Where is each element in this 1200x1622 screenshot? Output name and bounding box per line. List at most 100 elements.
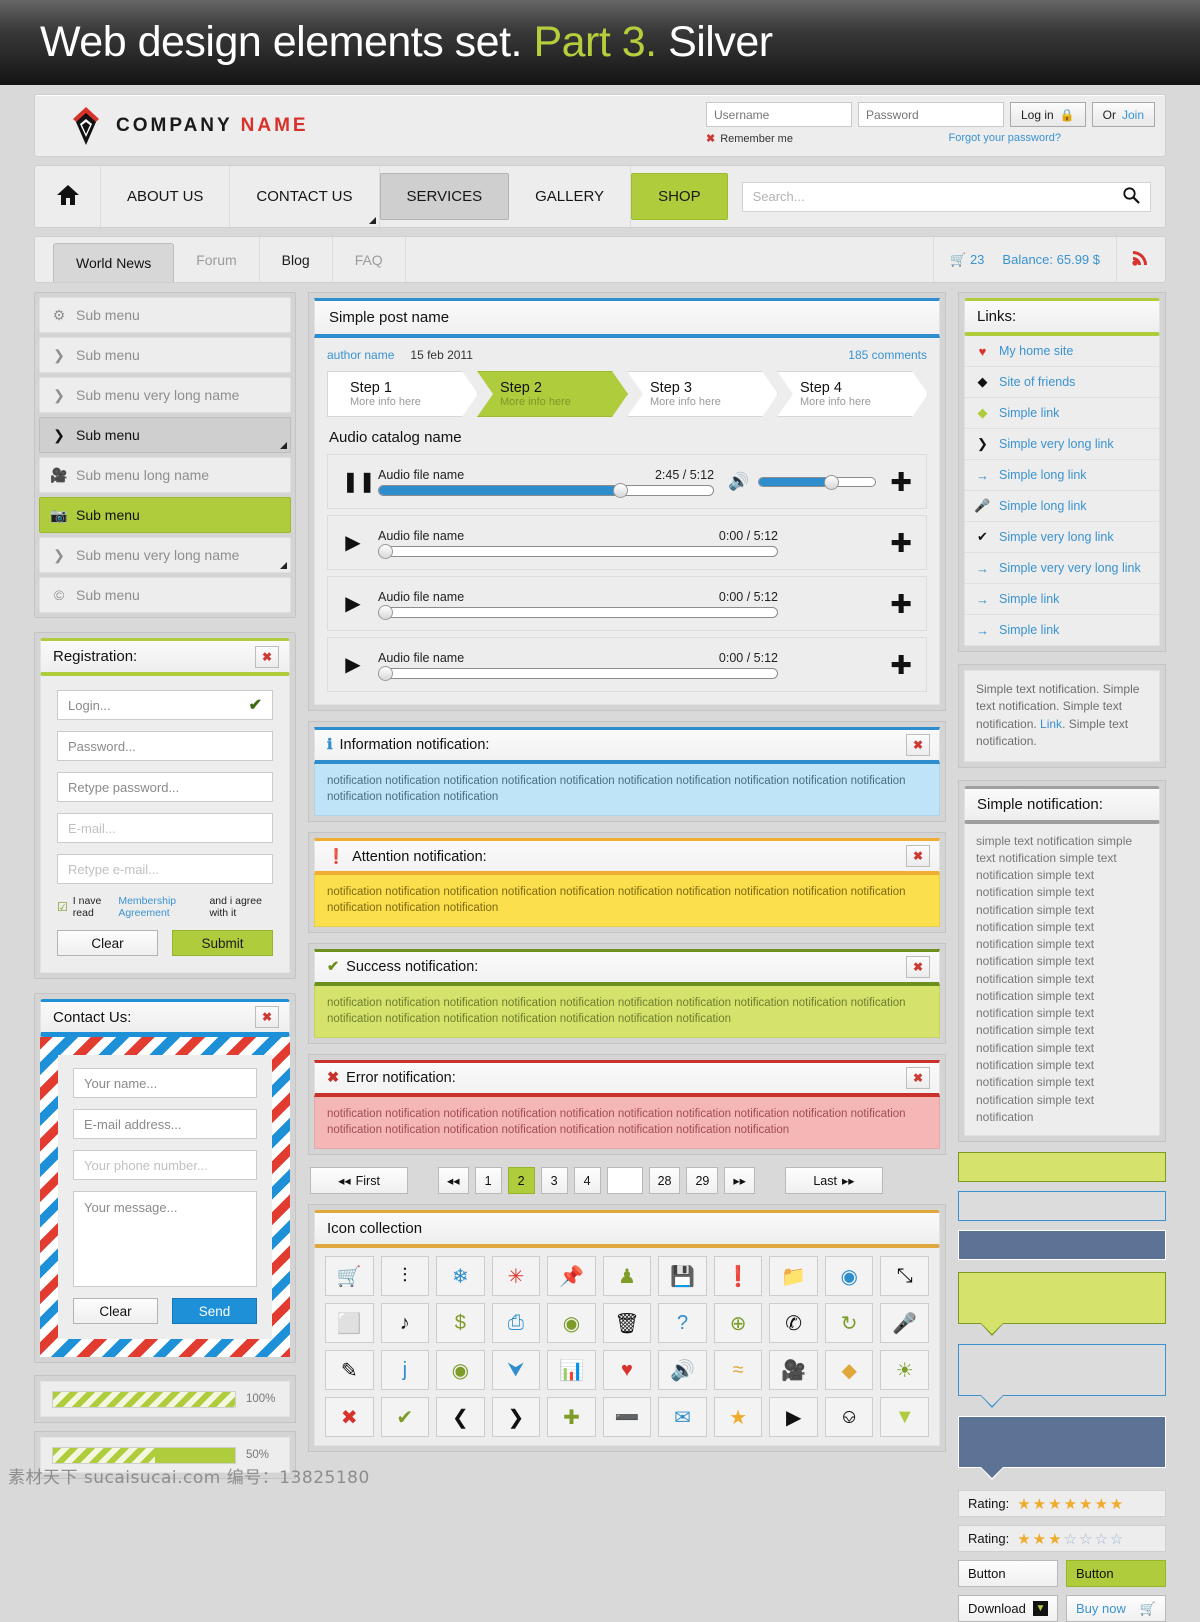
link-row-10[interactable]: → Simple link [964,615,1160,646]
play-icon[interactable]: ▶ [342,652,364,677]
play-icon[interactable]: ▶ [342,530,364,555]
seek-knob[interactable] [378,665,393,681]
password-input[interactable] [857,102,1004,127]
remember-me-checkbox[interactable]: ✖ Remember me [706,132,793,146]
nav-item-home[interactable] [35,166,101,227]
cross-icon[interactable]: ✖ [325,1397,374,1438]
pagination-first[interactable]: ◂◂ First [310,1167,408,1195]
rating-stars[interactable]: ★ ★ ★ ★ ★ ★ ★ [1017,1495,1124,1513]
eye-icon[interactable]: ◉ [547,1303,596,1344]
rss-button[interactable] [1116,237,1165,282]
sidebar-item-7[interactable]: ❯ Sub menu very long name [39,537,291,573]
star-filled-icon[interactable]: ★ [1017,1495,1031,1513]
tab-blog[interactable]: Blog [260,237,333,282]
heart-icon[interactable]: ♥ [602,1350,652,1391]
camera-icon[interactable]: ◉ [436,1350,485,1391]
sidebar-item-3[interactable]: ❯ Sub menu very long name [39,377,291,413]
pagination-page-28[interactable]: 28 [648,1167,681,1195]
retype-email-field[interactable]: Retype e-mail... [57,854,273,884]
nav-item-shop[interactable]: SHOP [631,173,728,220]
volume-slider[interactable] [758,474,877,490]
nav-item-contact-us[interactable]: CONTACT US [230,166,380,227]
refresh-icon[interactable]: ↻ [824,1303,874,1344]
seek-knob[interactable] [612,482,628,498]
contact-clear-button[interactable]: Clear [73,1298,158,1324]
side-text-link[interactable]: Link [1040,717,1062,731]
close-icon[interactable]: ✖ [906,845,930,868]
step-1[interactable]: Step 1 More info here [327,371,478,417]
mail-icon[interactable]: ✉ [658,1397,707,1438]
sidebar-item-6[interactable]: 📷 Sub menu [39,497,291,533]
tab-forum[interactable]: Forum [174,237,260,282]
phone-icon[interactable]: ✆ [769,1303,818,1344]
download-badge-icon[interactable]: ▼ [880,1397,929,1438]
pagination-next[interactable]: ▸▸ [724,1167,755,1195]
star-filled-icon[interactable]: ★ [1110,1495,1124,1513]
minus-icon[interactable]: ➖ [602,1397,652,1438]
button-green[interactable]: Button [1066,1560,1166,1588]
contact-send-button[interactable]: Send [172,1298,257,1324]
contact-message-field[interactable]: Your message... [73,1191,257,1287]
plus-icon[interactable]: ✚ [547,1397,596,1438]
speaker-icon[interactable]: 🔊 [658,1350,707,1391]
info-icon[interactable]: j [380,1350,430,1391]
equalizer-icon[interactable]: ⫶ [380,1256,430,1297]
contact-email-field[interactable]: E-mail address... [73,1109,257,1139]
star-filled-icon[interactable]: ★ [1094,1495,1108,1513]
sidebar-item-5[interactable]: 🎥 Sub menu long name [39,457,291,493]
rss-icon[interactable]: ≈ [713,1350,763,1391]
link-row-3[interactable]: ◆ Simple link [964,398,1160,429]
pagination-page-29[interactable]: 29 [686,1167,719,1195]
pagination-page-4[interactable]: 4 [573,1167,601,1195]
bar-chart-icon[interactable]: 📊 [547,1350,596,1391]
audio-seek-slider[interactable] [378,665,778,681]
cart-indicator[interactable]: 🛒 23 [950,252,984,268]
add-icon[interactable]: ✚ [890,591,912,617]
tab-world-news[interactable]: World News [53,243,175,282]
search-input[interactable]: Search... [741,181,1151,212]
contact-name-field[interactable]: Your name... [73,1068,257,1098]
join-link[interactable]: Join [1122,108,1144,122]
link-row-8[interactable]: → Simple very very long link [964,553,1160,584]
sidebar-item-4[interactable]: ❯ Sub menu [39,417,291,453]
star-filled-icon[interactable]: ★ [1079,1495,1093,1513]
asterisk-icon[interactable]: ✳ [491,1256,541,1297]
chevron-right-icon[interactable]: ❯ [491,1397,541,1438]
snowflake-icon[interactable]: ❄ [436,1256,485,1297]
link-row-4[interactable]: ❯ Simple very long link [964,429,1160,460]
retype-password-field[interactable]: Retype password... [57,772,273,802]
tag-icon[interactable]: ⮟ [491,1350,541,1391]
link-row-5[interactable]: → Simple long link [964,460,1160,491]
join-button[interactable]: Or Join [1091,102,1155,127]
link-row-6[interactable]: 🎤 Simple long link [964,491,1160,522]
shopping-cart-icon[interactable]: 🛒 [325,1256,374,1297]
close-icon[interactable]: ✖ [906,734,930,756]
chevron-left-icon[interactable]: ❮ [436,1397,485,1438]
sidebar-item-8[interactable]: © Sub menu [39,577,291,613]
checkbox-checked-icon[interactable]: ☑ [57,900,68,914]
pencil-icon[interactable]: ✎ [325,1350,374,1391]
pagination-prev[interactable]: ◂◂ [438,1167,469,1195]
music-note-icon[interactable]: ♪ [380,1303,430,1344]
star-filled-icon[interactable]: ★ [1033,1530,1047,1548]
step-2[interactable]: Step 2 More info here [477,371,628,417]
download-button[interactable]: Download ▼ [958,1595,1058,1622]
add-icon[interactable]: ✚ [890,652,912,678]
dollar-icon[interactable]: $ [436,1303,485,1344]
close-icon[interactable]: ✖ [255,645,279,668]
check-icon[interactable]: ✔ [380,1397,430,1438]
agreement-row[interactable]: ☑ I nave read Membership Agreement and i… [57,895,273,919]
add-icon[interactable]: ✚ [890,469,912,495]
email-field[interactable]: E-mail... [57,813,273,843]
nav-item-services[interactable]: SERVICES [379,173,510,220]
question-icon[interactable]: ? [658,1303,707,1344]
play-icon[interactable]: ▶ [769,1397,818,1438]
search-icon[interactable] [1122,186,1140,207]
tab-faq[interactable]: FAQ [333,237,406,282]
close-icon[interactable]: ✖ [906,1067,930,1090]
pagination-ellipsis[interactable] [606,1167,643,1195]
link-row-9[interactable]: → Simple link [964,584,1160,615]
close-icon[interactable]: ✖ [255,1006,279,1028]
folder-icon[interactable]: 📁 [769,1256,818,1297]
printer-icon[interactable]: ⎙ [491,1303,541,1344]
